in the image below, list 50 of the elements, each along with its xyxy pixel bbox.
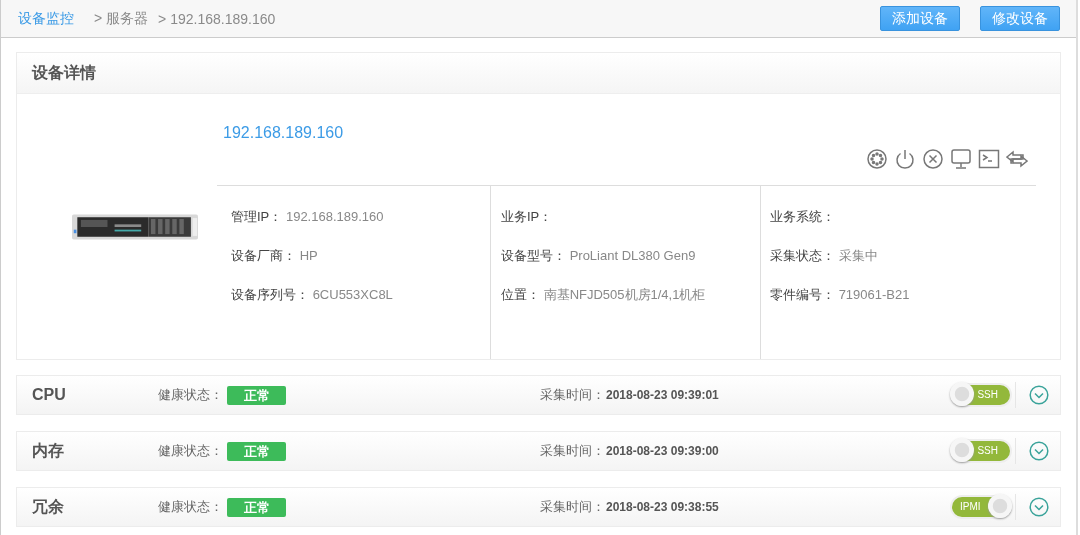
section-title: 内存	[32, 440, 64, 461]
breadcrumb-item: > 192.168.189.160	[158, 10, 276, 27]
terminal-icon[interactable]	[978, 148, 1000, 170]
field-value: 南基NFJD505机房1/4,1机柜	[543, 287, 706, 302]
expand-icon[interactable]	[1029, 497, 1049, 517]
card-title: 设备详情	[32, 62, 96, 83]
device-ip-link[interactable]: 192.168.189.160	[223, 124, 344, 142]
time-label: 采集时间：	[540, 498, 605, 516]
field-value: ProLiant DL380 Gen9	[569, 248, 696, 263]
field-label: 业务IP：	[501, 209, 553, 224]
settings-icon[interactable]	[866, 148, 888, 170]
field-label: 设备型号：	[501, 248, 566, 263]
field-label: 设备序列号：	[231, 287, 309, 302]
field-value: HP	[299, 248, 318, 263]
transfer-icon[interactable]	[1006, 148, 1028, 170]
action-button[interactable]: 修改设备	[980, 6, 1060, 31]
field-label: 管理IP：	[231, 209, 283, 224]
health-label: 健康状态：	[158, 386, 223, 404]
field-label: 设备厂商：	[231, 248, 296, 263]
field-label: 业务系统：	[770, 209, 835, 224]
power-icon[interactable]	[894, 148, 916, 170]
expand-icon[interactable]	[1029, 441, 1049, 461]
field-value: 采集中	[838, 248, 878, 263]
field-value: 719061-B21	[838, 287, 910, 302]
health-status: 正常	[227, 441, 286, 461]
protocol-toggle[interactable]: SSH	[952, 385, 1010, 405]
time-label: 采集时间：	[540, 442, 605, 460]
health-status: 正常	[227, 385, 286, 405]
section-title: CPU	[32, 386, 66, 404]
protocol-toggle[interactable]: SSH	[952, 441, 1010, 461]
breadcrumb-link[interactable]: 设备监控	[18, 9, 74, 28]
field-label: 位置：	[501, 287, 540, 302]
action-button[interactable]: 添加设备	[880, 6, 960, 31]
field-label: 采集状态：	[770, 248, 835, 263]
breadcrumb-item: > 服务器	[94, 9, 149, 28]
field-label: 零件编号：	[770, 287, 835, 302]
health-label: 健康状态：	[158, 498, 223, 516]
health-status: 正常	[227, 497, 286, 517]
collection-time: 2018-08-23 09:39:00	[606, 444, 719, 458]
monitor-icon[interactable]	[950, 148, 972, 170]
protocol-toggle[interactable]: IPMI	[952, 497, 1010, 517]
expand-icon[interactable]	[1029, 385, 1049, 405]
health-label: 健康状态：	[158, 442, 223, 460]
time-label: 采集时间：	[540, 386, 605, 404]
field-value: 6CU553XC8L	[312, 287, 393, 302]
collection-time: 2018-08-23 09:39:01	[606, 388, 719, 402]
section-title: 冗余	[32, 496, 64, 517]
close-icon[interactable]	[922, 148, 944, 170]
field-value: 192.168.189.160	[285, 209, 384, 224]
collection-time: 2018-08-23 09:38:55	[606, 500, 719, 514]
